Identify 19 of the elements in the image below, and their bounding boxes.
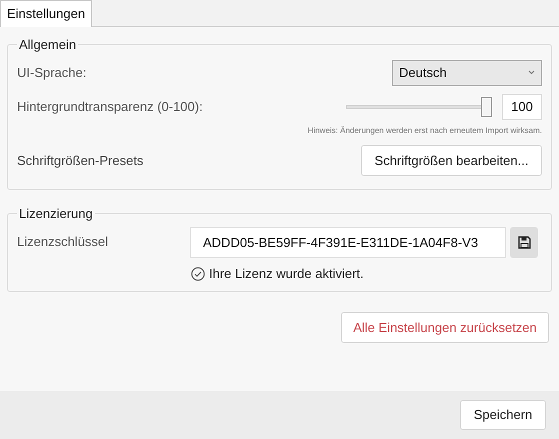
save-key-button[interactable]	[510, 226, 538, 258]
reset-all-button[interactable]: Alle Einstellungen zurücksetzen	[341, 312, 549, 343]
field-label: UI-Sprache:	[17, 64, 86, 82]
field-label: Lizenzschlüssel	[17, 233, 110, 252]
group-title: Lizenzierung	[18, 204, 94, 223]
group-title: Allgemein	[18, 36, 78, 54]
language-dropdown[interactable]: Deutsch	[392, 60, 542, 86]
field-label: Hintergrundtransparenz (0-100):	[17, 98, 203, 116]
hint-text: Hinweis: Änderungen werden erst nach erneutem Import wirksam.	[308, 124, 542, 136]
tab[interactable]: Einstellungen	[0, 0, 92, 27]
license-status-text: Ihre Lizenz wurde aktiviert.	[209, 265, 364, 284]
field-label: Schriftgrößen-Presets	[17, 152, 144, 170]
save-button[interactable]: Speichern	[460, 400, 546, 430]
slider-thumb[interactable]	[481, 96, 492, 116]
license-key-input[interactable]: ADDD05-BE59FF-4F391E-E311DE-1A04F8-V3	[190, 226, 506, 258]
transparency-input[interactable]: 100	[502, 94, 542, 120]
transparency-slider[interactable]	[346, 96, 492, 116]
chevron-down-icon	[528, 70, 535, 75]
edit-font-sizes-button[interactable]: Schriftgrößen bearbeiten...	[361, 145, 542, 176]
